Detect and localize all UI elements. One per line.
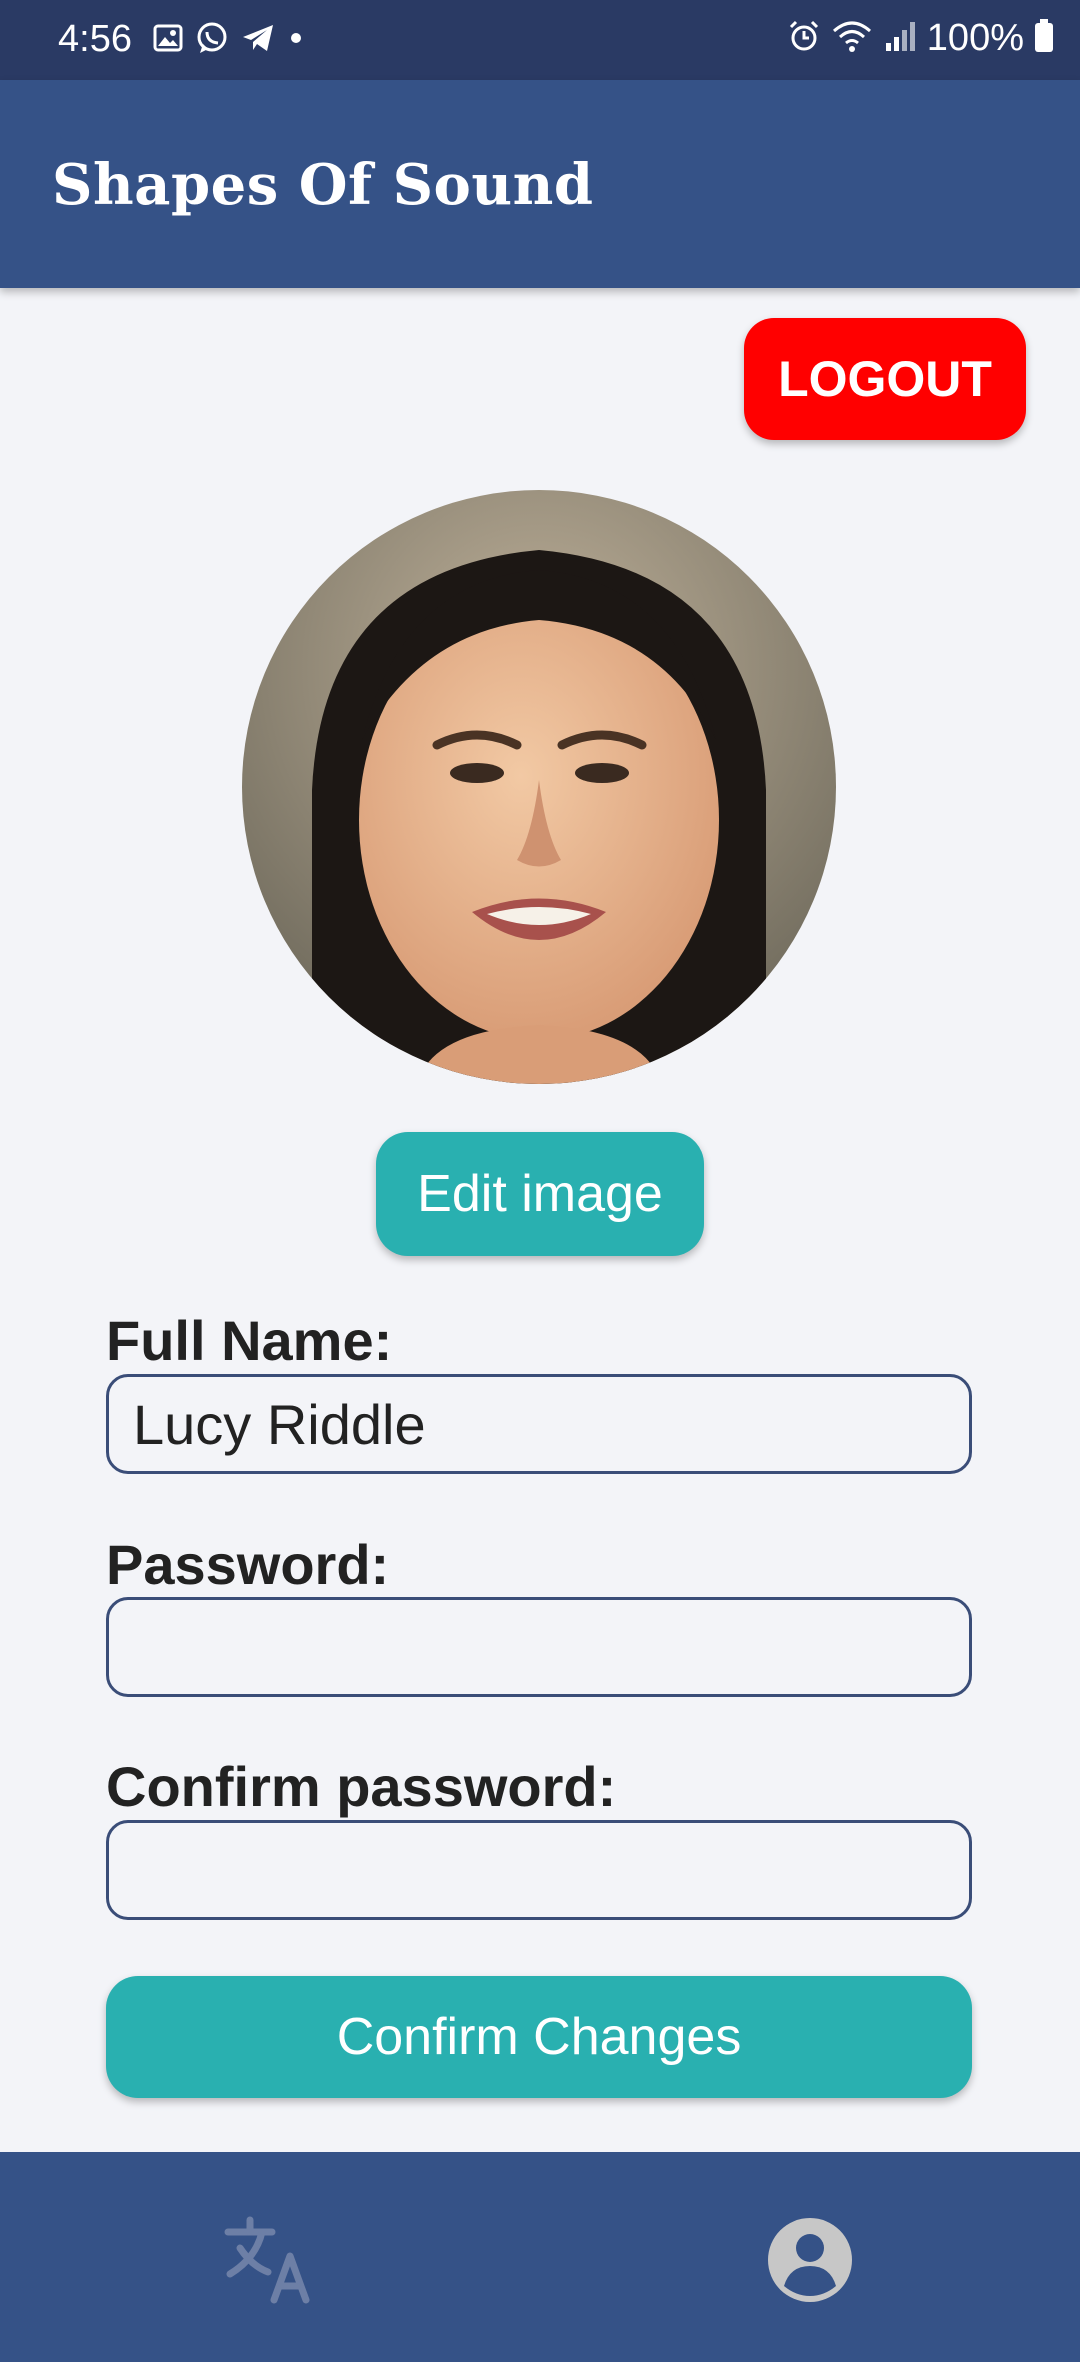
password-field[interactable]	[106, 1597, 972, 1697]
confirm-password-field[interactable]	[106, 1820, 972, 1920]
avatar	[242, 490, 836, 1084]
system-icons: 100%	[787, 16, 1054, 60]
whatsapp-icon	[194, 20, 230, 61]
battery-level: 100%	[926, 16, 1024, 59]
full-name-label: Full Name:	[106, 1309, 393, 1372]
alarm-icon	[787, 19, 821, 58]
nav-translate[interactable]	[220, 2210, 320, 2310]
battery-icon	[1034, 18, 1054, 58]
password-label: Password:	[106, 1533, 390, 1596]
confirm-changes-button[interactable]: Confirm Changes	[106, 1976, 972, 2098]
logout-button[interactable]: LOGOUT	[744, 318, 1026, 440]
telegram-icon	[240, 20, 276, 61]
full-name-field[interactable]: Lucy Riddle	[106, 1374, 972, 1474]
account-icon	[768, 2218, 852, 2302]
status-bar: 4:56 100%	[0, 0, 1080, 80]
confirm-password-label: Confirm password:	[106, 1755, 617, 1818]
bottom-nav	[0, 2152, 1080, 2362]
app-title: Shapes Of Sound	[52, 152, 594, 218]
status-time: 4:56	[58, 18, 132, 60]
wifi-icon	[831, 19, 873, 58]
dot-icon	[286, 28, 306, 53]
translate-icon	[224, 2216, 310, 2304]
gallery-icon	[152, 22, 184, 59]
signal-icon	[883, 19, 917, 58]
profile-photo	[242, 490, 836, 1084]
edit-image-button[interactable]: Edit image	[376, 1132, 704, 1256]
nav-profile[interactable]	[760, 2210, 860, 2310]
notification-icons	[152, 18, 306, 62]
app-bar: Shapes Of Sound	[0, 80, 1080, 288]
